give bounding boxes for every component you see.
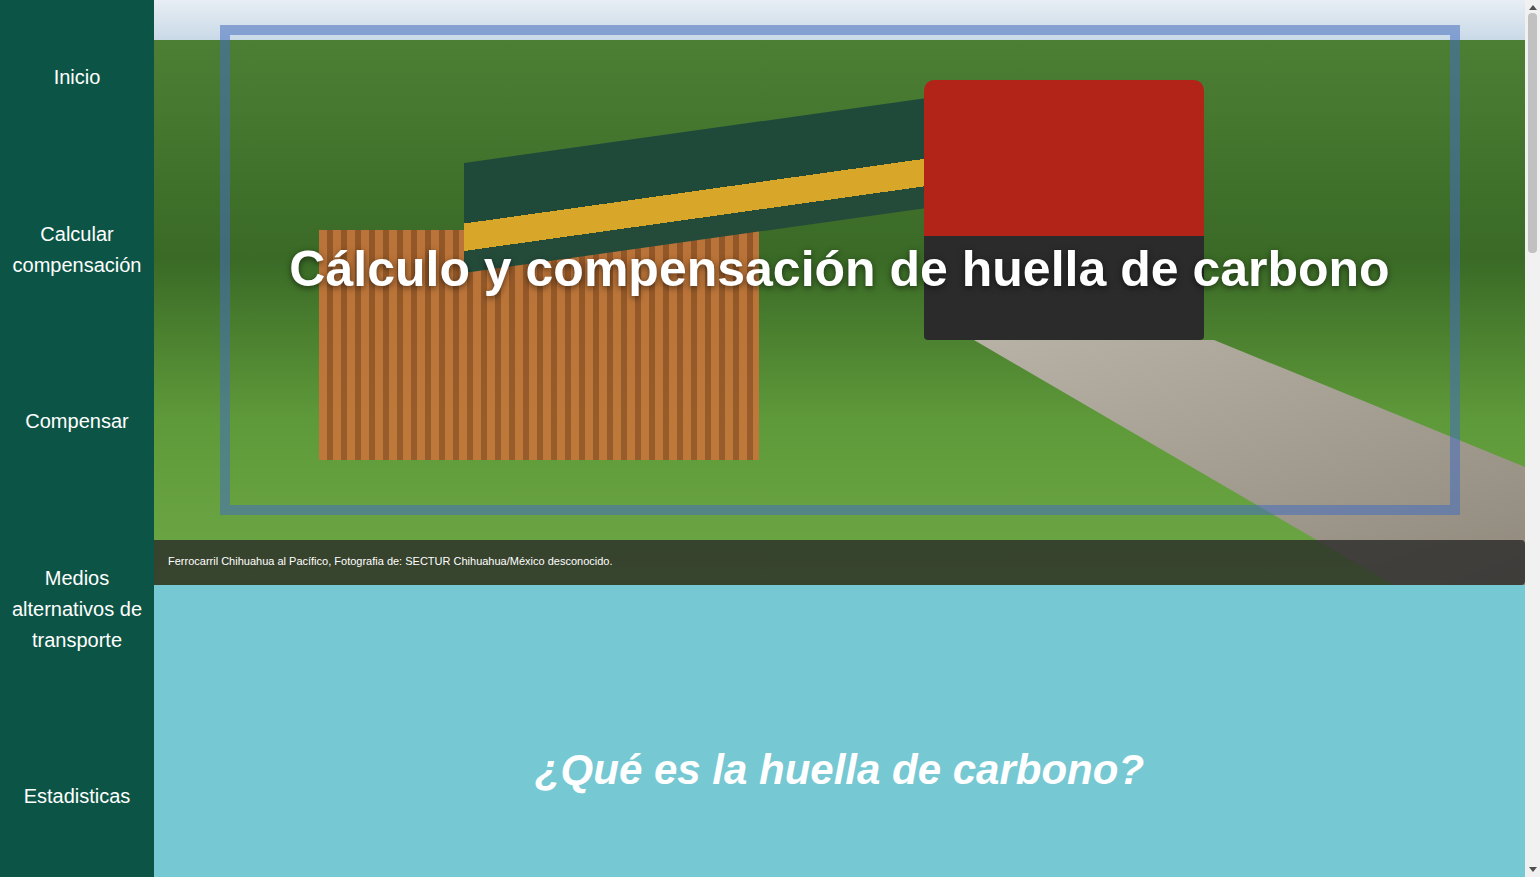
scroll-up-icon[interactable] bbox=[1529, 5, 1537, 10]
sidebar: Inicio Calcular compensación Compensar Medi… bbox=[0, 0, 154, 877]
scrollbar[interactable] bbox=[1525, 0, 1540, 877]
sidebar-item[interactable]: Inicio bbox=[2, 62, 152, 93]
info-section: ¿Qué es la huella de carbono? bbox=[154, 585, 1525, 877]
main-content: Cálculo y compensación de huella de carb… bbox=[154, 0, 1525, 877]
page: Inicio Calcular compensación Compensar Medi… bbox=[0, 0, 1540, 877]
hero-title: Cálculo y compensación de huella de carb… bbox=[154, 236, 1525, 302]
sidebar-item[interactable]: Compensar bbox=[2, 406, 152, 437]
sidebar-item[interactable]: Calcular compensación bbox=[2, 219, 152, 281]
hero: Cálculo y compensación de huella de carb… bbox=[154, 0, 1525, 585]
section-heading: ¿Qué es la huella de carbono? bbox=[154, 740, 1525, 800]
sidebar-item[interactable]: Estadisticas bbox=[2, 781, 152, 812]
sidebar-item[interactable]: Medios alternativos de transporte bbox=[2, 563, 152, 656]
photo-caption: Ferrocarril Chihuahua al Pacífico, Fotog… bbox=[154, 540, 1525, 585]
scroll-down-icon[interactable] bbox=[1529, 867, 1537, 872]
scrollbar-thumb[interactable] bbox=[1528, 13, 1537, 253]
